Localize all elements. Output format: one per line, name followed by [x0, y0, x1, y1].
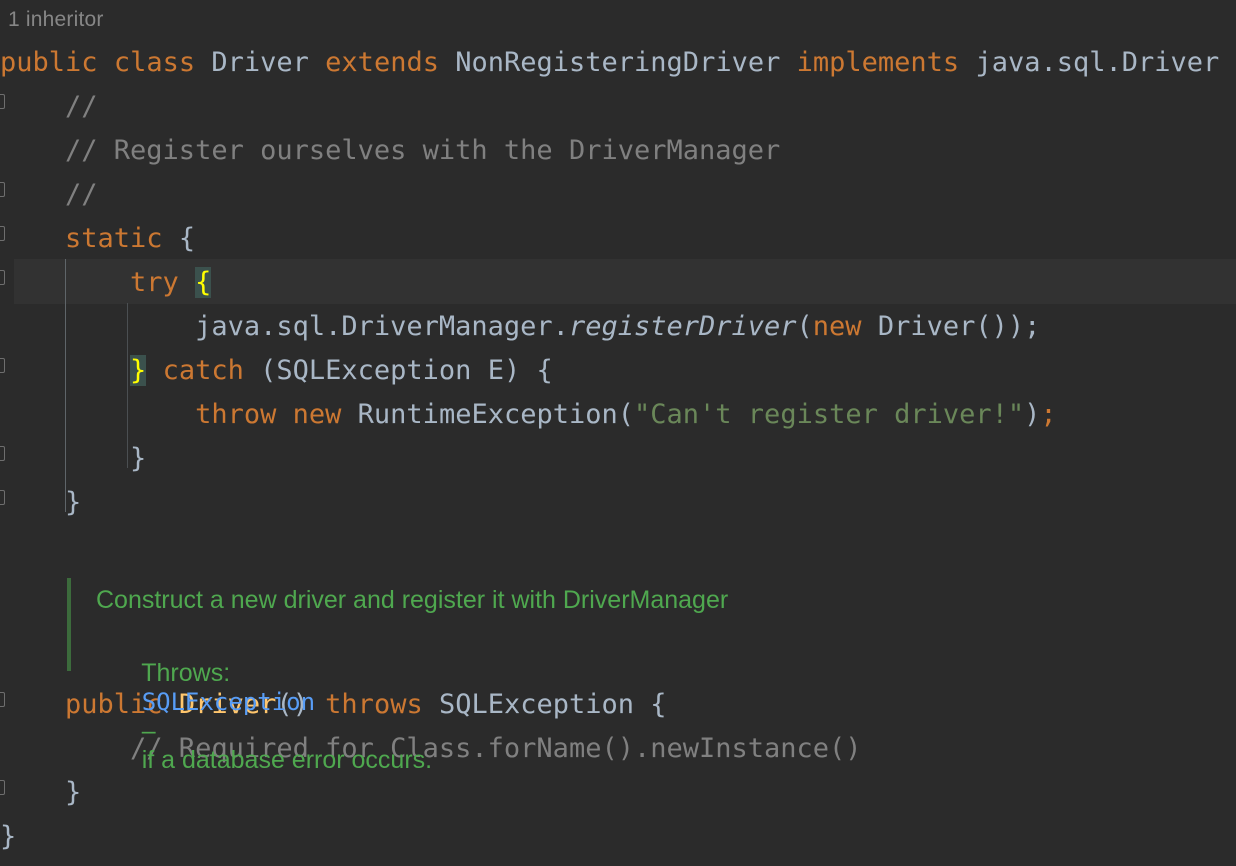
- code-token: {: [162, 223, 196, 254]
- code-token: }: [0, 777, 82, 808]
- code-token: java.sql.Driver: [975, 47, 1220, 78]
- code-line[interactable]: //: [0, 173, 98, 217]
- javadoc-throws-description: if a database error occurs.: [141, 746, 433, 774]
- code-token: NonRegisteringDriver: [455, 47, 781, 78]
- code-token: }: [0, 487, 82, 518]
- code-token: }: [0, 821, 17, 852]
- code-token: ): [1024, 399, 1041, 430]
- javadoc-summary: Construct a new driver and register it w…: [96, 586, 729, 614]
- code-line[interactable]: public class Driver extends NonRegisteri…: [0, 41, 1236, 85]
- code-line[interactable]: try {: [0, 261, 212, 305]
- javadoc-throws-line: Throws: SQLException – if a database err…: [100, 630, 432, 804]
- code-token: RuntimeException(: [341, 399, 635, 430]
- code-token: static: [65, 223, 163, 254]
- code-line[interactable]: //: [0, 85, 98, 129]
- code-token: (SQLException E) {: [243, 355, 553, 386]
- code-token: ;: [1040, 399, 1057, 430]
- code-token: SQLException {: [422, 689, 667, 720]
- code-token: {: [1219, 47, 1236, 78]
- code-token: throw: [195, 399, 277, 430]
- code-token: catch: [162, 355, 244, 386]
- code-token: "Can't register driver!": [634, 399, 1025, 430]
- javadoc-throws-label: Throws:: [141, 659, 231, 687]
- code-token: // Register ourselves with the DriverMan…: [0, 135, 781, 166]
- javadoc-dash: –: [141, 717, 156, 745]
- code-token: Driver());: [861, 311, 1041, 342]
- code-token: registerDriver: [568, 311, 797, 342]
- code-line[interactable]: }: [0, 771, 81, 815]
- code-token: (: [796, 311, 813, 342]
- code-token: java.sql.DriverManager.: [0, 311, 569, 342]
- code-line[interactable]: }: [0, 481, 81, 525]
- code-token: class: [113, 47, 196, 78]
- code-line[interactable]: }: [0, 437, 146, 481]
- code-token: implements: [796, 47, 960, 78]
- code-token: }: [130, 355, 147, 386]
- code-token: //: [0, 179, 98, 210]
- code-token: new: [812, 311, 862, 342]
- javadoc-accent-bar: [67, 578, 71, 671]
- code-token: }: [0, 443, 147, 474]
- code-token: //: [0, 91, 98, 122]
- code-line[interactable]: // Register ourselves with the DriverMan…: [0, 129, 780, 173]
- code-editor-pane[interactable]: 1 inheritor public class Driver extends …: [0, 0, 1236, 866]
- code-line[interactable]: java.sql.DriverManager.registerDriver(ne…: [0, 305, 1040, 349]
- code-line[interactable]: throw new RuntimeException("Can't regist…: [0, 393, 1057, 437]
- code-line[interactable]: static {: [0, 217, 195, 261]
- code-token: try: [130, 267, 179, 298]
- code-token: new: [292, 399, 342, 430]
- rendered-javadoc-block[interactable]: Construct a new driver and register it w…: [67, 578, 1167, 774]
- code-line[interactable]: } catch (SQLException E) {: [0, 349, 553, 393]
- code-token: public: [0, 47, 98, 78]
- code-token: {: [195, 267, 212, 298]
- code-token: extends: [325, 47, 439, 78]
- code-line[interactable]: }: [0, 815, 16, 859]
- code-token: Driver: [211, 47, 309, 78]
- javadoc-throws-type-link[interactable]: SQLException: [142, 688, 315, 716]
